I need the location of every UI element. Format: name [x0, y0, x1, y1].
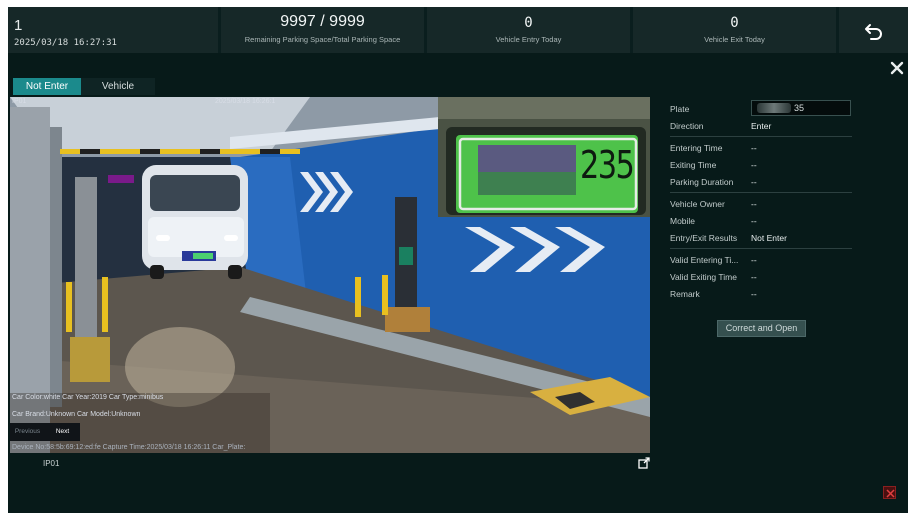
entering-time-row: Entering Time --: [670, 139, 852, 156]
parking-space-label: Remaining Parking Space/Total Parking Sp…: [244, 35, 401, 44]
osd-datetime: 2025/03/18 16:26:1: [215, 98, 276, 105]
valid-entering-label: Valid Entering Ti...: [670, 255, 739, 265]
remark-row: Remark --: [670, 285, 852, 302]
tab-not-enter[interactable]: Not Enter: [13, 78, 81, 95]
stats-bar: 1 2025/03/18 16:27:31 9997 / 9999 Remain…: [8, 7, 908, 53]
undo-arrow-icon: [865, 24, 882, 40]
divider: [670, 136, 852, 137]
vehicle-detail-panel: Plate 35 Direction Enter Entering Time -…: [670, 100, 852, 302]
valid-entering-row: Valid Entering Ti... --: [670, 251, 852, 268]
direction-value: Enter: [751, 121, 772, 131]
parking-duration-label: Parking Duration: [670, 177, 734, 187]
plate-field[interactable]: 35: [751, 100, 851, 116]
remark-label: Remark: [670, 289, 700, 299]
device-info-line: Device No:58:5b:69:12:ed:fe Capture Time…: [12, 444, 246, 451]
parking-space-value: 9997 / 9999: [280, 13, 365, 30]
current-datetime: 2025/03/18 16:27:31: [14, 38, 117, 48]
plate-value: 35: [794, 103, 805, 113]
valid-exiting-value: --: [751, 272, 757, 282]
export-icon: [638, 457, 650, 469]
vehicle-exit-value: 0: [730, 15, 739, 31]
exiting-time-label: Exiting Time: [670, 160, 717, 170]
vehicle-owner-value: --: [751, 199, 757, 209]
entering-time-value: --: [751, 143, 757, 153]
next-button[interactable]: Next: [45, 423, 80, 441]
direction-label: Direction: [670, 121, 704, 131]
mobile-row: Mobile --: [670, 212, 852, 229]
osd-channel: IP01: [12, 98, 27, 105]
dismiss-button[interactable]: [883, 486, 896, 499]
capture-image: IP01 2025/03/18 16:26:1 235 Car Color:wh…: [10, 97, 650, 453]
exiting-time-row: Exiting Time --: [670, 156, 852, 173]
vehicle-exit-stat: 0 Vehicle Exit Today: [633, 7, 836, 53]
entry-exit-result-value: Not Enter: [751, 233, 787, 243]
divider: [670, 192, 852, 193]
direction-row: Direction Enter: [670, 117, 852, 134]
divider: [670, 248, 852, 249]
plate-blurred-prefix: [757, 103, 791, 113]
entry-exit-result-label: Entry/Exit Results: [670, 233, 738, 243]
plate-closeup: 235: [438, 97, 650, 217]
entry-exit-result-row: Entry/Exit Results Not Enter: [670, 229, 852, 246]
correct-and-open-button[interactable]: Correct and Open: [717, 320, 806, 337]
mobile-value: --: [751, 216, 757, 226]
vehicle-owner-label: Vehicle Owner: [670, 199, 725, 209]
previous-button[interactable]: Previous: [10, 423, 45, 441]
parking-duration-row: Parking Duration --: [670, 173, 852, 190]
plate-label: Plate: [670, 104, 690, 114]
mobile-label: Mobile: [670, 216, 696, 226]
export-button[interactable]: [638, 456, 650, 469]
vehicle-entry-value: 0: [524, 15, 533, 31]
channel-label: IP01: [43, 459, 60, 468]
entering-time-label: Entering Time: [670, 143, 723, 153]
pager: Previous Next: [10, 423, 80, 441]
close-icon: [890, 61, 904, 75]
close-button[interactable]: [889, 60, 905, 76]
back-cell: [839, 7, 908, 53]
record-tabs: Not Enter Vehicle Exiting: [13, 78, 155, 109]
back-button[interactable]: [839, 7, 908, 53]
parking-duration-value: --: [751, 177, 757, 187]
tab-vehicle-exiting[interactable]: Vehicle Exiting: [81, 78, 155, 109]
parking-space-stat: 9997 / 9999 Remaining Parking Space/Tota…: [221, 7, 424, 53]
vehicle-entry-label: Vehicle Entry Today: [495, 35, 562, 44]
remark-value: --: [751, 289, 757, 299]
valid-exiting-label: Valid Exiting Time: [670, 272, 737, 282]
valid-entering-value: --: [751, 255, 757, 265]
car-info-line-1: Car Color:white Car Year:2019 Car Type:m…: [12, 394, 164, 401]
vehicle-entry-stat: 0 Vehicle Entry Today: [427, 7, 630, 53]
car-info-line-2: Car Brand:Unknown Car Model:Unknown: [12, 411, 141, 418]
record-index: 1: [14, 17, 23, 34]
parking-dialog: 1 2025/03/18 16:27:31 9997 / 9999 Remain…: [8, 7, 908, 513]
vehicle-owner-row: Vehicle Owner --: [670, 195, 852, 212]
close-icon: [886, 489, 895, 498]
record-index-cell: 1 2025/03/18 16:27:31: [8, 7, 218, 53]
exiting-time-value: --: [751, 160, 757, 170]
plate-row: Plate 35: [670, 100, 852, 117]
plate-closeup-number: 235: [580, 143, 635, 187]
valid-exiting-row: Valid Exiting Time --: [670, 268, 852, 285]
vehicle-exit-label: Vehicle Exit Today: [704, 35, 765, 44]
